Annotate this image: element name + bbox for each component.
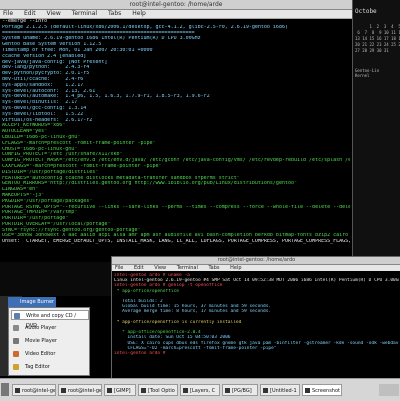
desktop-widgets: Octobe 1 2 3 4 5 6 7 8 9 10 11 12 13 14 … xyxy=(353,0,400,262)
submenu-item-label: Tag Editor xyxy=(25,364,50,370)
menu-edit[interactable]: Edit xyxy=(24,10,36,17)
disc-icon xyxy=(14,313,20,319)
second-terminal-window[interactable]: root@intel-gentoo: /home/ardo File Edit … xyxy=(111,256,400,379)
application-menu: Image Burner Write and copy CD / DVD Audi… xyxy=(0,296,110,376)
taskbar-button-label: [Layers, C xyxy=(190,388,216,394)
menu-file[interactable]: File xyxy=(115,265,123,271)
system-tray[interactable] xyxy=(379,384,399,396)
taskbar-button[interactable]: [PG/BG] xyxy=(222,384,258,396)
terminal-line: intel-gentoo ardo # xyxy=(114,351,166,357)
submenu-item-label: Audio Player xyxy=(25,325,57,331)
window-icon xyxy=(107,388,112,393)
submenu: Write and copy CD / DVD Audio Player Movie… xyxy=(8,307,90,376)
submenu-item-label: Video Editor xyxy=(25,351,56,357)
window-icon xyxy=(183,388,188,393)
window-icon xyxy=(305,388,310,393)
second-terminal-output[interactable]: intel-gentoo ardo # uname -a Linux intel-… xyxy=(114,273,399,376)
submenu-item[interactable]: Video Editor xyxy=(11,349,89,359)
menu-terminal[interactable]: Terminal xyxy=(177,265,198,271)
terminal-line: Unset: CTARGET, EMERGE_DEFAULT_OPTS, INS… xyxy=(2,239,350,245)
menu-help[interactable]: Help xyxy=(230,265,241,271)
submenu-item[interactable]: Movie Player xyxy=(11,336,89,346)
submenu-item[interactable]: Tag Editor xyxy=(11,362,89,372)
tag-icon xyxy=(13,364,19,370)
second-terminal-menubar: File Edit View Terminal Tabs Help xyxy=(112,265,400,271)
main-terminal-title: root@intel-gentoo: /home/arde xyxy=(129,1,223,8)
desktop-background xyxy=(0,262,111,296)
taskbar-button[interactable]: [GIMP] xyxy=(104,384,136,396)
taskbar-button-label: [Tool Optio xyxy=(148,388,175,394)
main-terminal-menubar: File Edit View Terminal Tabs Help xyxy=(0,10,352,19)
taskbar-button[interactable]: root@intel-gen xyxy=(58,384,102,396)
taskbar: root@intel-gen root@intel-gen [GIMP] [Tool … xyxy=(0,378,400,401)
menu-file[interactable]: File xyxy=(3,10,13,17)
submenu-item[interactable]: Write and copy CD / DVD xyxy=(11,310,89,329)
main-terminal-titlebar[interactable]: root@intel-gentoo: /home/arde xyxy=(0,0,352,10)
taskbar-button[interactable]: Screenshot xyxy=(302,384,342,396)
taskbar-button-label: root@intel-gen xyxy=(68,388,102,394)
window-icon xyxy=(61,388,66,393)
submenu-item-label: Movie Player xyxy=(25,338,57,344)
taskbar-button[interactable]: [Tool Optio xyxy=(138,384,178,396)
taskbar-button-label: [GIMP] xyxy=(114,388,131,394)
window-icon xyxy=(141,388,146,393)
menu-terminal[interactable]: Terminal xyxy=(72,10,97,17)
window-icon xyxy=(225,388,230,393)
second-terminal-title[interactable]: root@intel-gentoo: /home/ardo xyxy=(112,257,400,265)
menu-tabs[interactable]: Tabs xyxy=(208,265,219,271)
menu-edit[interactable]: Edit xyxy=(134,265,144,271)
speaker-icon xyxy=(13,325,19,331)
menu-item-image-burner[interactable]: Image Burner xyxy=(8,297,56,307)
menu-view[interactable]: View xyxy=(154,265,166,271)
main-terminal-output[interactable]: --emerge --info Portage 2.1.2.5 (default-… xyxy=(2,19,350,260)
calendar-month: Octobe xyxy=(355,8,377,15)
window-icon xyxy=(15,388,20,393)
system-info-widget: Gentoo-Lin Kernel xyxy=(355,68,379,78)
window-icon xyxy=(263,388,268,393)
taskbar-button[interactable]: [Untitled-1 xyxy=(260,384,300,396)
menu-view[interactable]: View xyxy=(47,10,61,17)
taskbar-button-label: [Untitled-1 xyxy=(270,388,297,394)
taskbar-button-label: [PG/BG] xyxy=(232,388,252,394)
taskbar-button-label: root@intel-gen xyxy=(22,388,56,394)
menu-help[interactable]: Help xyxy=(132,10,146,17)
calendar-days: 1 2 3 4 5 6 7 8 9 10 11 12 13 14 15 16 1… xyxy=(355,24,400,53)
clapboard-icon xyxy=(13,351,19,357)
taskbar-button[interactable]: root@intel-gen xyxy=(12,384,56,396)
system-info-sub: Kernel xyxy=(355,73,370,78)
menu-tabs[interactable]: Tabs xyxy=(108,10,121,17)
taskbar-button[interactable]: [Layers, C xyxy=(180,384,220,396)
taskbar-button-label: Screenshot xyxy=(312,388,340,394)
submenu-item[interactable]: Audio Player xyxy=(11,323,89,333)
film-icon xyxy=(13,338,19,344)
main-terminal-window[interactable]: root@intel-gentoo: /home/arde File Edit … xyxy=(0,0,353,262)
start-button[interactable] xyxy=(1,383,9,396)
